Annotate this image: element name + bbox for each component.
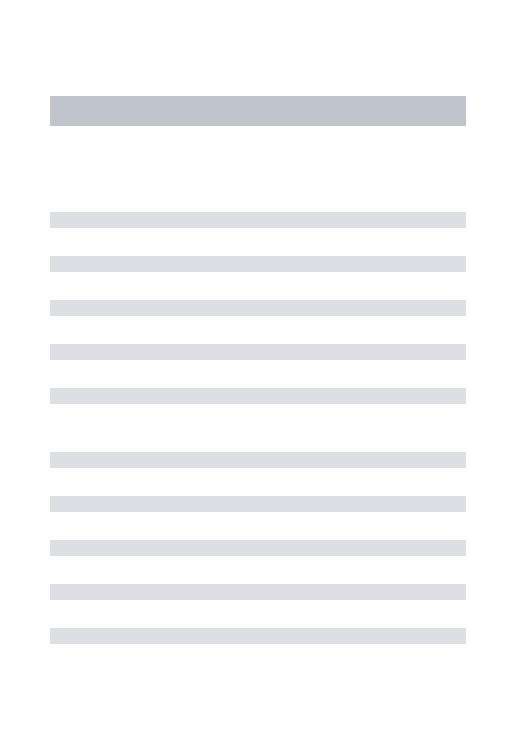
- text-line-placeholder: [50, 388, 466, 404]
- paragraph-section-2: [50, 452, 466, 644]
- page-container: [0, 0, 516, 742]
- text-line-placeholder: [50, 300, 466, 316]
- text-line-placeholder: [50, 344, 466, 360]
- text-line-placeholder: [50, 584, 466, 600]
- text-line-placeholder: [50, 540, 466, 556]
- header-placeholder-bar: [50, 96, 466, 126]
- text-line-placeholder: [50, 212, 466, 228]
- text-line-placeholder: [50, 452, 466, 468]
- text-line-placeholder: [50, 256, 466, 272]
- text-line-placeholder: [50, 628, 466, 644]
- paragraph-section-1: [50, 212, 466, 404]
- text-line-placeholder: [50, 496, 466, 512]
